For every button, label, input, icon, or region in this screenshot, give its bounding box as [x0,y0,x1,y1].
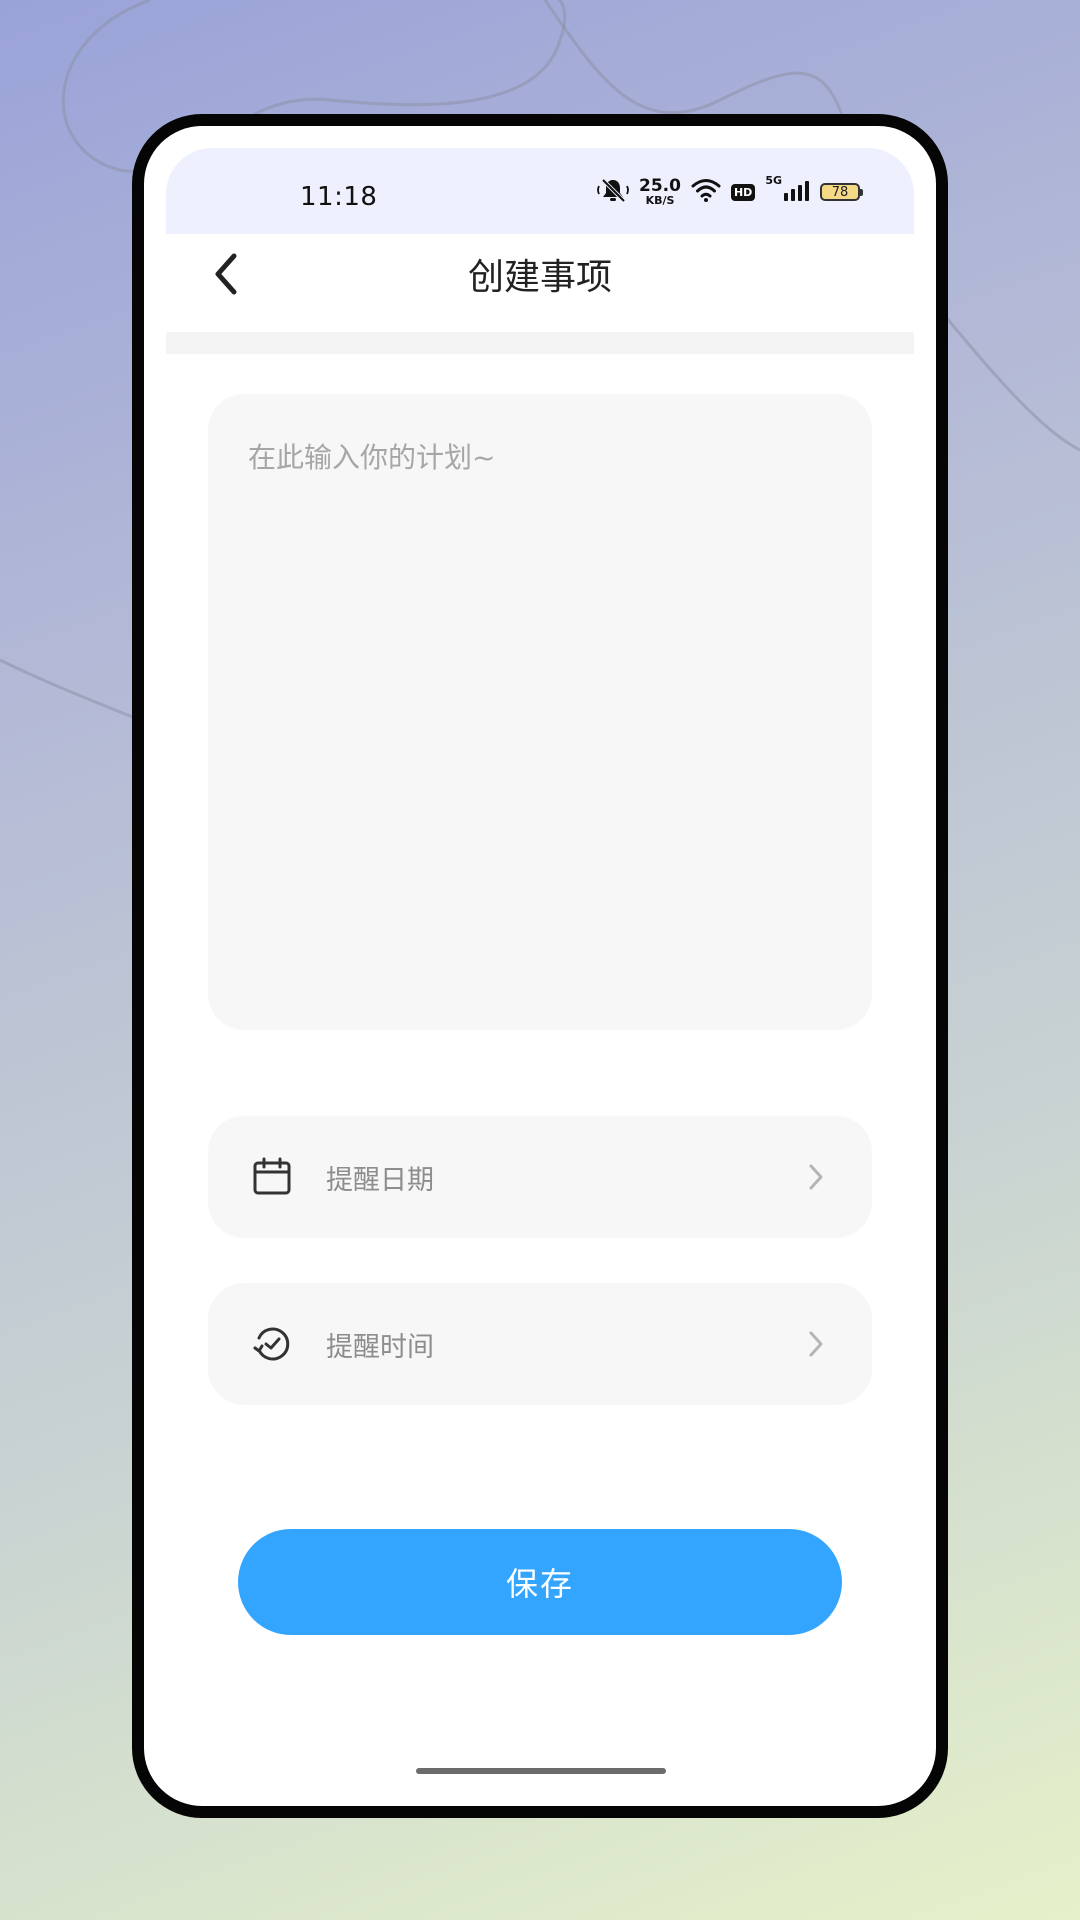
hd-badge: HD [730,183,756,201]
chevron-right-icon [804,1327,828,1361]
network-type: 5G [765,174,782,187]
signal-icon [784,179,810,205]
reminder-time-picker[interactable]: 提醒时间 [208,1283,872,1405]
save-button[interactable]: 保存 [238,1529,842,1635]
section-divider [166,332,914,354]
reminder-date-picker[interactable]: 提醒日期 [208,1116,872,1238]
status-time: 11:18 [300,182,378,212]
chevron-right-icon [804,1160,828,1194]
battery-icon: 78 [820,183,863,201]
page-title: 创建事项 [467,257,612,298]
status-icons: 25.0 KB/S HD 5G 78 [597,172,863,212]
reminder-date-label: 提醒日期 [326,1164,434,1196]
plan-input[interactable] [208,394,872,1030]
wifi-icon [691,177,721,207]
battery-level: 78 [831,184,849,200]
status-bar: 11:18 25.0 KB/S HD 5G 78 [166,148,914,234]
home-indicator[interactable] [416,1768,666,1774]
phone-frame: 11:18 25.0 KB/S HD 5G 78 创建事项 在此输入你的计划~ … [132,114,948,1818]
calendar-icon [252,1157,292,1197]
header: 创建事项 [166,234,914,324]
reminder-time-label: 提醒时间 [326,1331,434,1363]
mute-icon [597,176,629,208]
network-speed: 25.0 KB/S [639,176,681,207]
clock-icon [252,1324,292,1364]
